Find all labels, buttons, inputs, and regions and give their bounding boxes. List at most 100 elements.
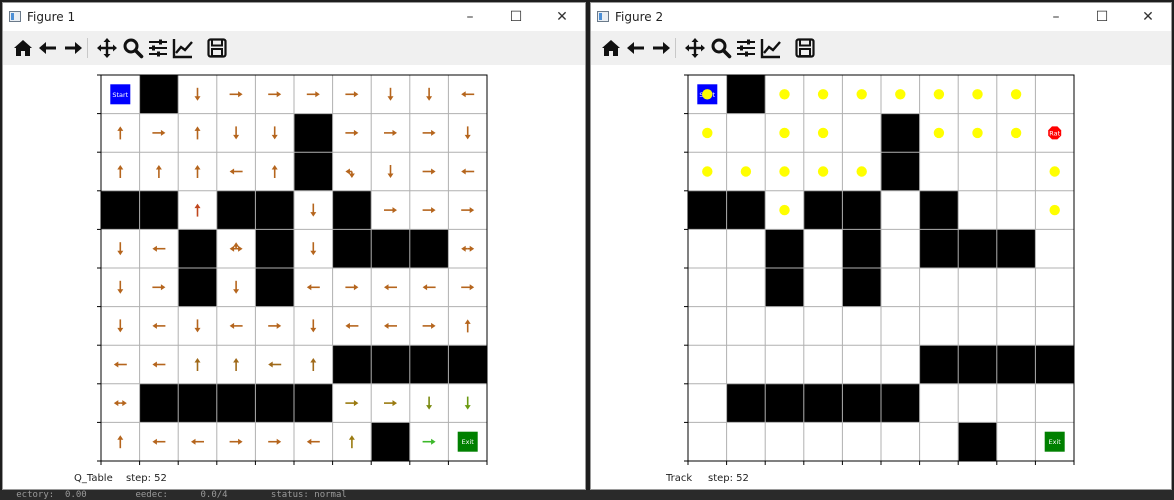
exit-marker: Exit: [1044, 431, 1065, 452]
configure-subplots-icon: [737, 39, 755, 57]
wall-cell: [803, 190, 843, 230]
wall-cell: [842, 268, 881, 307]
edit-axis-icon: [760, 39, 781, 59]
window-title: Figure 1: [27, 10, 76, 24]
back-button[interactable]: [624, 36, 648, 60]
track-dot: [895, 89, 906, 100]
maximize-button[interactable]: ☐: [493, 3, 539, 31]
wall-cell: [765, 383, 804, 423]
wall-cell: [409, 345, 449, 384]
wall-cell: [803, 383, 843, 423]
maximize-button[interactable]: ☐: [1079, 3, 1125, 31]
wall-cell: [726, 75, 766, 114]
minimize-button[interactable]: –: [1033, 3, 1079, 31]
svg-text:Rat: Rat: [1049, 129, 1060, 137]
close-button[interactable]: ✕: [539, 3, 585, 31]
track-dot: [1049, 166, 1060, 177]
forward-button[interactable]: [649, 36, 673, 60]
home-button[interactable]: [11, 36, 35, 60]
configure-subplots-button[interactable]: [146, 36, 170, 60]
track-dot: [702, 127, 713, 139]
wall-cell: [842, 229, 881, 268]
track-dot: [933, 127, 945, 139]
track-dot: [817, 127, 829, 139]
wall-cell: [726, 383, 766, 423]
wall-cell: [881, 113, 920, 153]
configure-subplots-button[interactable]: [734, 36, 758, 60]
wall-cell: [294, 113, 333, 153]
close-button[interactable]: ✕: [1125, 3, 1171, 31]
wall-cell: [842, 383, 881, 423]
wall-cell: [448, 345, 487, 384]
figure-canvas[interactable]: StartExitRat: [591, 65, 1171, 489]
home-icon: [14, 40, 32, 56]
wall-cell: [765, 268, 804, 307]
wall-cell: [255, 229, 294, 268]
back-icon: [627, 42, 644, 54]
minimize-button[interactable]: –: [447, 3, 493, 31]
title-bar: Figure 1 – ☐ ✕: [3, 3, 585, 31]
wall-cell: [216, 190, 256, 230]
track-dot: [856, 89, 867, 100]
zoom-button[interactable]: [121, 36, 145, 60]
track-dot: [933, 89, 945, 100]
wall-cell: [101, 190, 140, 230]
svg-text:Exit: Exit: [462, 438, 475, 446]
wall-cell: [255, 190, 294, 230]
wall-cell: [919, 190, 959, 230]
svg-text:Start: Start: [112, 91, 128, 99]
wall-cell: [332, 190, 372, 230]
wall-cell: [371, 422, 410, 461]
wall-cell: [371, 229, 410, 268]
configure-subplots-icon: [149, 39, 167, 57]
edit-axis-button[interactable]: [759, 36, 783, 60]
track-dot: [817, 166, 829, 177]
pan-button[interactable]: [95, 36, 119, 60]
back-icon: [39, 42, 56, 54]
q-table-maze-plot: Start Exit: [97, 74, 488, 465]
figure-canvas[interactable]: Start Exit: [3, 65, 585, 489]
track-dot: [779, 204, 790, 216]
wall-cell: [919, 229, 959, 268]
wall-cell: [409, 229, 449, 268]
toolbar-separator: [675, 38, 676, 58]
app-icon: [9, 11, 21, 22]
track-dot: [1010, 127, 1022, 139]
wall-cell: [139, 75, 179, 114]
edit-axis-button[interactable]: [171, 36, 195, 60]
back-button[interactable]: [36, 36, 60, 60]
pan-button[interactable]: [683, 36, 707, 60]
track-dot: [702, 166, 713, 177]
save-button[interactable]: [205, 36, 229, 60]
track-dot: [740, 166, 752, 177]
save-icon: [207, 38, 227, 58]
svg-text:Exit: Exit: [1049, 438, 1062, 446]
figure-window-1: Figure 1 – ☐ ✕ Start Exit Q_Table step: 5…: [2, 2, 586, 490]
navigation-toolbar: [3, 31, 585, 65]
forward-icon: [653, 42, 670, 54]
track-dot: [856, 166, 867, 177]
track-dot: [779, 127, 790, 139]
wall-cell: [881, 383, 920, 423]
save-button[interactable]: [793, 36, 817, 60]
window-title: Figure 2: [615, 10, 664, 24]
home-button[interactable]: [599, 36, 623, 60]
zoom-button[interactable]: [709, 36, 733, 60]
wall-cell: [958, 229, 997, 268]
track-dot: [702, 89, 713, 100]
pan-icon: [685, 38, 705, 58]
pan-icon: [97, 38, 117, 58]
wall-cell: [332, 345, 372, 384]
background-console-text: ectory: 0.00 eedec: 0.0/4 status: normal: [0, 490, 1174, 500]
wall-cell: [332, 229, 372, 268]
wall-cell: [178, 268, 217, 307]
track-maze-plot: StartExitRat: [684, 74, 1075, 465]
wall-cell: [178, 229, 217, 268]
track-dot: [1049, 204, 1060, 216]
app-icon: [597, 11, 609, 22]
track-dot: [817, 89, 829, 100]
wall-cell: [958, 345, 997, 384]
wall-cell: [996, 229, 1036, 268]
step-counter: step: 52: [708, 473, 749, 484]
forward-button[interactable]: [61, 36, 85, 60]
